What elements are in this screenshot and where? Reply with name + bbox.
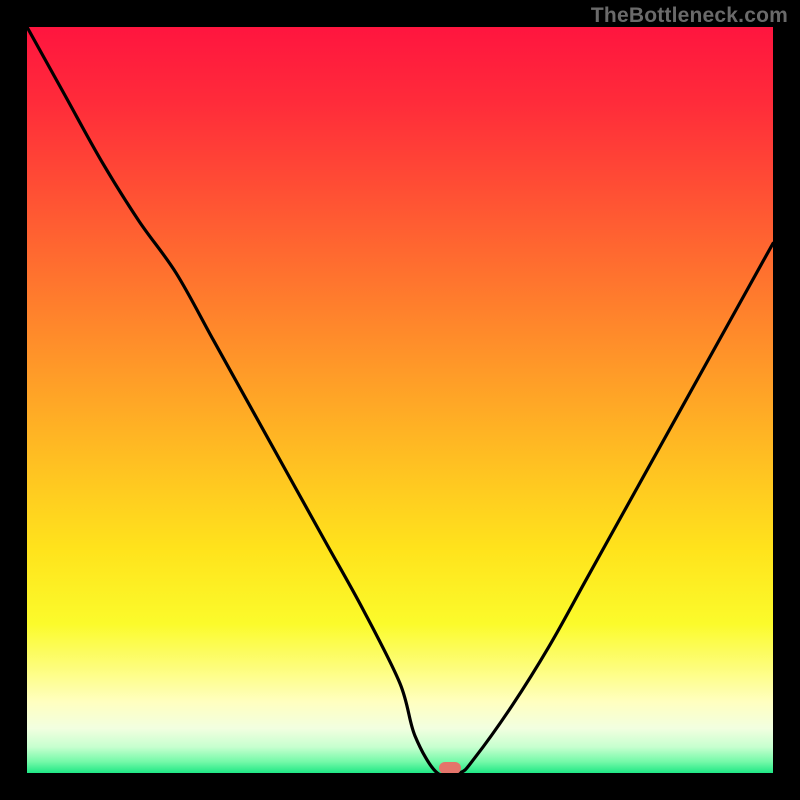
optimal-marker (439, 762, 461, 773)
chart-frame: TheBottleneck.com (0, 0, 800, 800)
plot-area (27, 27, 773, 773)
watermark-text: TheBottleneck.com (591, 4, 788, 28)
background-gradient (27, 27, 773, 773)
